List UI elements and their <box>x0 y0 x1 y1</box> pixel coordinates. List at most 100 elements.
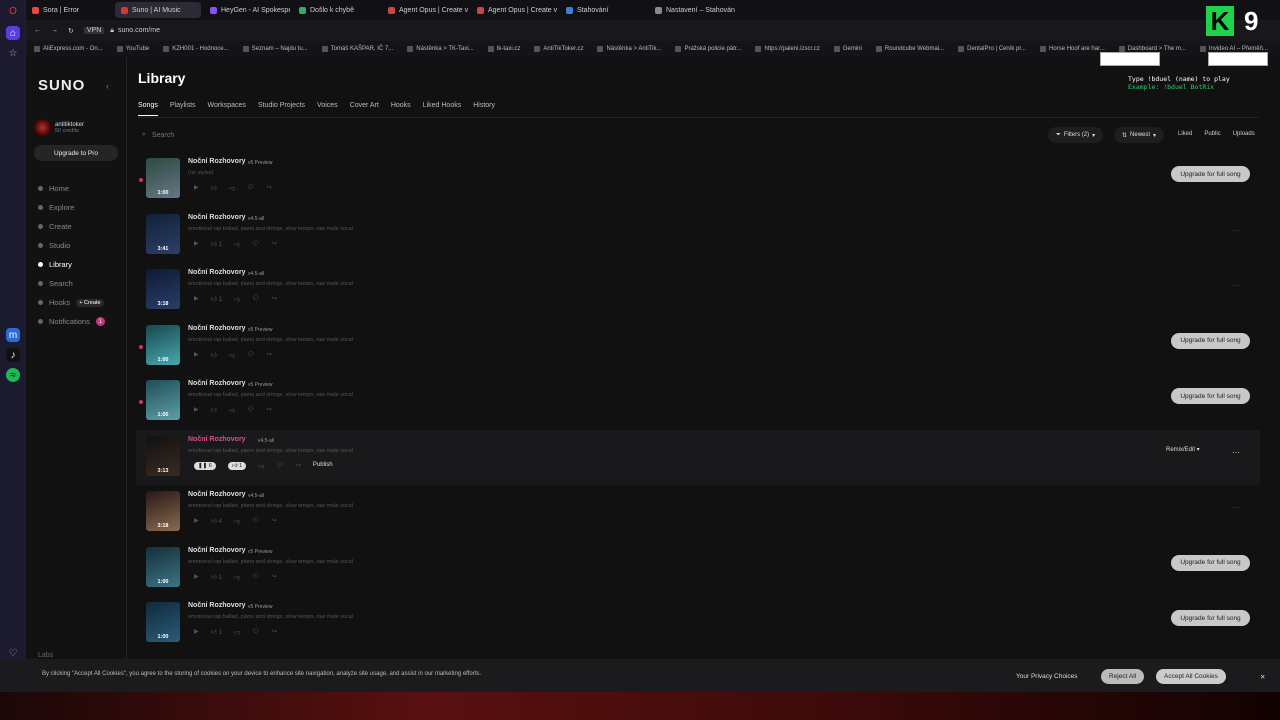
upgrade-full-song-button[interactable]: Upgrade for full song <box>1171 610 1250 626</box>
messenger-icon[interactable]: m <box>6 328 20 342</box>
song-row[interactable]: 3:18 Noční Rozhovory v4.5-all emotional rap… <box>136 263 1260 319</box>
accept-all-button[interactable]: Accept All Cookies <box>1156 669 1226 684</box>
share-icon[interactable]: ↪ <box>272 240 277 248</box>
cover-art[interactable]: 3:18 <box>146 269 180 309</box>
share-icon[interactable]: ↪ <box>272 628 277 636</box>
bookmark-item[interactable]: Gemini <box>834 46 862 52</box>
user-profile[interactable]: antitiktoker 50 credits <box>34 119 84 136</box>
heart-icon[interactable]: ♡ <box>6 646 20 660</box>
play-icon[interactable]: ▶ <box>194 573 199 581</box>
close-icon[interactable]: ✕ <box>1252 669 1273 684</box>
reject-all-button[interactable]: Reject All <box>1101 669 1145 684</box>
share-icon[interactable]: ↪ <box>272 517 277 525</box>
quick-filter-liked[interactable]: Liked <box>1178 131 1192 137</box>
sidebar-item-studio[interactable]: Studio <box>38 236 128 255</box>
browser-tab[interactable]: HeyGen - AI Spokesperson <box>204 2 290 18</box>
dislike-icon[interactable]: 👎︎ <box>234 240 240 248</box>
play-icon[interactable]: ▶ <box>194 628 199 636</box>
sidebar-item-hooks[interactable]: Hooks + Create <box>38 293 128 312</box>
quick-filter-uploads[interactable]: Uploads <box>1233 131 1255 137</box>
song-row[interactable]: 1:00 Noční Rozhovory v5 Preview emotional r… <box>136 596 1260 652</box>
play-icon[interactable]: ▶ <box>194 517 199 525</box>
comment-icon[interactable]: 💬︎ <box>252 573 260 581</box>
sidebar-item-create[interactable]: Create <box>38 217 128 236</box>
url-text[interactable]: suno.com/me <box>118 27 160 34</box>
vpn-badge[interactable]: VPN <box>83 27 105 34</box>
browser-tab[interactable]: Sora | Error <box>26 2 112 18</box>
tab-playlists[interactable]: Playlists <box>170 102 196 116</box>
collapse-icon[interactable]: ‹ <box>106 81 109 91</box>
like-button[interactable]: 👍︎ 1 <box>211 628 222 636</box>
sort-dropdown[interactable]: ⇅ Newest ▾ <box>1114 127 1165 143</box>
cover-art[interactable]: 1:00 <box>146 380 180 420</box>
song-title[interactable]: Noční Rozhovory <box>188 214 246 221</box>
comment-icon[interactable]: 💬︎ <box>276 462 284 470</box>
dislike-icon[interactable]: 👎︎ <box>234 628 240 636</box>
browser-tab[interactable]: Došlo k chybě <box>293 2 379 18</box>
upgrade-full-song-button[interactable]: Upgrade for full song <box>1171 332 1250 349</box>
comment-icon[interactable]: 💬︎ <box>252 628 260 636</box>
cover-art[interactable]: 1:00 <box>146 602 180 642</box>
song-title[interactable]: Noční Rozhovory <box>188 491 246 498</box>
labs-link[interactable]: Labs <box>38 652 53 659</box>
cover-art[interactable]: 3:18 <box>146 491 180 531</box>
comment-icon[interactable]: 💬︎ <box>247 351 255 359</box>
bookmark-item[interactable]: DentalPro | Ceník pr... <box>958 46 1026 52</box>
song-row[interactable]: 1:00 Noční Rozhovory v5 Preview (no styles)… <box>136 152 1260 208</box>
sidebar-item-search[interactable]: Search <box>38 274 128 293</box>
song-row[interactable]: 3:41 Noční Rozhovory v4.5-all emotional rap… <box>136 208 1260 264</box>
tiktok-icon[interactable]: ♪ <box>6 348 20 362</box>
cover-art[interactable]: 1:00 <box>146 546 180 587</box>
play-icon[interactable]: ▶ <box>194 184 199 192</box>
comment-icon[interactable]: 💬︎ <box>252 295 260 303</box>
like-button[interactable]: 👍︎ <box>211 184 217 192</box>
share-icon[interactable]: ↪ <box>272 573 277 581</box>
like-button[interactable]: 👍︎ 4 <box>211 517 222 525</box>
bookmark-item[interactable]: KZH001 - Hodnoce... <box>163 46 228 52</box>
tab-songs[interactable]: Songs <box>138 102 158 116</box>
song-row[interactable]: 1:00 Noční Rozhovory v5 Preview emotional r… <box>136 541 1260 597</box>
bookmark-item[interactable]: Pražská policie pátr... <box>675 46 741 52</box>
dislike-icon[interactable]: 👎︎ <box>234 295 240 303</box>
upgrade-pro-button[interactable]: Upgrade to Pro <box>34 145 118 161</box>
like-button[interactable]: 👍︎ 1 <box>211 573 222 581</box>
share-icon[interactable]: ↪ <box>267 184 272 192</box>
like-button[interactable]: 👍︎ <box>211 406 217 414</box>
song-title[interactable]: Noční Rozhovory <box>188 602 246 609</box>
play-icon[interactable]: ▶ <box>194 406 199 414</box>
tab-liked-hooks[interactable]: Liked Hooks <box>423 102 462 116</box>
bookmark-item[interactable]: https://paleni.izscr.cz <box>755 46 819 52</box>
song-title[interactable]: Noční Rozhovory <box>188 325 246 332</box>
cover-art[interactable]: 1:00 <box>146 324 180 365</box>
browser-tab[interactable]: Agent Opus | Create video <box>471 2 557 18</box>
song-row[interactable]: 3:18 Noční Rozhovory v4.5-all emotional rap… <box>136 485 1260 541</box>
cover-art[interactable]: 1:00 <box>146 158 180 198</box>
browser-tab[interactable]: Agent Opus | Create video <box>382 2 468 18</box>
bookmark-item[interactable]: tk-taxi.cz <box>488 46 521 52</box>
bookmark-item[interactable]: Nástěnka > AntiTik... <box>597 46 661 52</box>
like-button[interactable]: 👍︎ 1 <box>227 461 247 470</box>
comment-icon[interactable]: 💬︎ <box>247 184 255 192</box>
dislike-icon[interactable]: 👎︎ <box>234 573 240 581</box>
upgrade-full-song-button[interactable]: Upgrade for full song <box>1171 554 1250 571</box>
opera-logo-icon[interactable]: O <box>6 4 20 18</box>
share-icon[interactable]: ↪ <box>267 351 272 359</box>
song-row[interactable]: 3:13 Noční Rozhovory v4.5-all emotional rap… <box>136 429 1260 485</box>
bookmark-item[interactable]: Seznam – Najdu tu... <box>243 46 308 52</box>
more-options-icon[interactable]: ⋯ <box>1232 226 1240 235</box>
comment-icon[interactable]: 💬︎ <box>247 406 255 414</box>
more-options-icon[interactable]: ⋯ <box>1232 503 1240 512</box>
like-button[interactable]: 👍︎ <box>211 351 217 359</box>
play-icon[interactable]: ▶ <box>194 351 199 359</box>
tab-voices[interactable]: Voices <box>317 102 338 116</box>
more-options-icon[interactable]: ⋯ <box>1232 281 1240 290</box>
publish-button[interactable]: Publish <box>313 462 333 470</box>
dislike-icon[interactable]: 👎︎ <box>234 517 240 525</box>
browser-tab[interactable]: Suno | AI Music <box>115 2 201 18</box>
bookmark-item[interactable]: AliExpress.com - On... <box>34 46 103 52</box>
privacy-choices-button[interactable]: Your Privacy Choices <box>1008 669 1086 684</box>
bookmark-item[interactable]: YouTube <box>117 46 150 52</box>
song-title[interactable]: Noční Rozhovory <box>188 436 246 443</box>
song-title[interactable]: Noční Rozhovory <box>188 269 246 276</box>
tab-workspaces[interactable]: Workspaces <box>208 102 246 116</box>
